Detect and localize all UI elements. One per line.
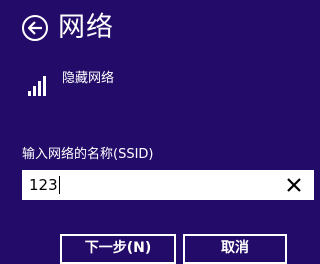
network-item[interactable]: 隐藏网络 <box>28 70 114 96</box>
network-name: 隐藏网络 <box>62 71 115 86</box>
ssid-input-value: 123 <box>29 176 58 194</box>
ssid-input[interactable]: 123 <box>22 170 314 200</box>
wifi-signal-icon <box>28 70 50 96</box>
close-icon[interactable] <box>286 177 302 193</box>
next-button[interactable]: 下一步(N) <box>60 234 176 264</box>
page-title: 网络 <box>58 12 114 43</box>
cancel-button[interactable]: 取消 <box>183 234 287 264</box>
ssid-field-label: 输入网络的名称(SSID) <box>22 147 154 162</box>
text-caret <box>58 176 60 194</box>
back-arrow-icon[interactable] <box>22 15 48 41</box>
header: 网络 <box>22 10 114 46</box>
